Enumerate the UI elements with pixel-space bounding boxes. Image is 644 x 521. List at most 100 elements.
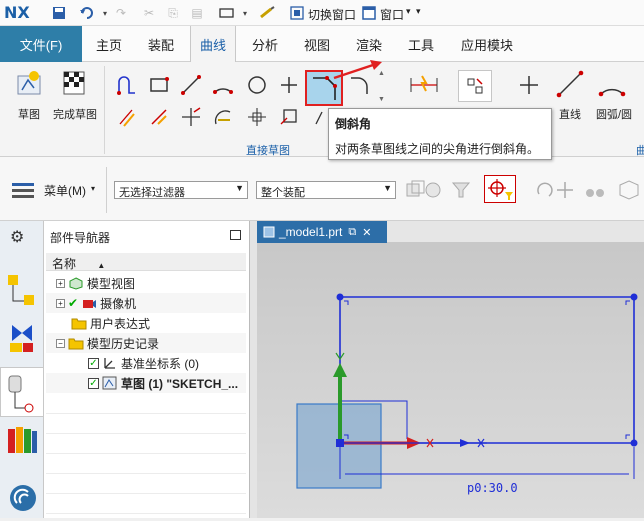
scroll-down-icon[interactable]: ▼ bbox=[378, 96, 385, 103]
window-icon[interactable] bbox=[360, 4, 378, 22]
maximize-icon[interactable] bbox=[230, 230, 241, 240]
finish-sketch-icon[interactable] bbox=[58, 68, 90, 98]
tab-curve[interactable]: 曲线 bbox=[190, 26, 236, 63]
arc-circle-icon[interactable] bbox=[598, 70, 626, 98]
offset-curve-icon[interactable] bbox=[114, 104, 140, 130]
document-tab-label: _model1.prt bbox=[279, 225, 343, 239]
quick-trim-icon[interactable] bbox=[178, 104, 204, 130]
splitter[interactable] bbox=[250, 221, 257, 518]
customize-quick-access-icon[interactable]: ▾ bbox=[416, 6, 421, 17]
expand-icon[interactable]: + bbox=[56, 278, 65, 288]
part-file-icon bbox=[263, 226, 275, 238]
rectangle-icon[interactable] bbox=[146, 72, 172, 98]
camera-icon bbox=[83, 300, 97, 308]
tab-tools[interactable]: 工具 bbox=[396, 26, 446, 62]
tree-item-sketch[interactable]: ✓ 草图 (1) "SKETCH_... bbox=[46, 373, 246, 393]
constraint-navigator-icon[interactable] bbox=[8, 323, 36, 356]
datum-csys-icon bbox=[104, 358, 115, 369]
move-curve-icon[interactable] bbox=[244, 104, 270, 130]
tree-item-datum-csys[interactable]: ✓ 基准坐标系 (0) bbox=[46, 353, 246, 373]
tab-file[interactable]: 文件(F) bbox=[0, 26, 82, 62]
profile-icon[interactable] bbox=[114, 72, 140, 98]
dimension-label: p0:30.0 bbox=[467, 481, 518, 495]
point-large-icon[interactable] bbox=[516, 72, 542, 98]
nx-logo: NX bbox=[4, 3, 30, 22]
point-icon[interactable] bbox=[276, 72, 302, 98]
expand-icon[interactable]: + bbox=[56, 298, 65, 308]
selection-filter-value: 无选择过滤器 bbox=[119, 187, 185, 199]
circle-icon[interactable] bbox=[244, 72, 270, 98]
filter-icon[interactable] bbox=[448, 177, 474, 203]
selection-filter-dropdown[interactable]: 无选择过滤器 ▼ bbox=[114, 181, 248, 199]
arc-icon[interactable] bbox=[210, 72, 236, 98]
tree-item-camera[interactable]: + ✔ 摄像机 bbox=[46, 293, 246, 313]
tab-home[interactable]: 主页 bbox=[82, 26, 136, 62]
sort-ascending-icon: ▲ bbox=[97, 261, 106, 270]
visibility-checkbox[interactable]: ✓ bbox=[88, 377, 99, 389]
assembly-navigator-icon[interactable] bbox=[6, 273, 36, 310]
curve-group-label-partial: 曲 bbox=[636, 145, 644, 157]
view-cube-icon[interactable] bbox=[616, 177, 642, 203]
collapse-icon[interactable]: − bbox=[56, 338, 65, 348]
part-navigator-icon[interactable] bbox=[0, 367, 44, 417]
restore-window-icon[interactable]: ⧉ bbox=[348, 226, 356, 239]
tree-item-label: 草图 (1) "SKETCH_... bbox=[121, 376, 239, 391]
sketch-canvas[interactable]: p0:30.0 bbox=[257, 243, 644, 518]
window-menu-dropdown-icon[interactable]: ▾ bbox=[406, 6, 411, 17]
more-curve-edit-icon[interactable] bbox=[312, 104, 326, 130]
copy-icon[interactable]: ⎘ bbox=[164, 4, 182, 22]
save-icon[interactable] bbox=[50, 4, 68, 22]
menu-button[interactable]: 菜单(M) bbox=[44, 182, 86, 199]
tree-item-label: 摄像机 bbox=[100, 296, 137, 311]
paste-icon[interactable]: ▤ bbox=[188, 4, 206, 22]
tree-item-model-views[interactable]: + 模型视图 bbox=[46, 273, 246, 293]
line-large-icon[interactable] bbox=[556, 70, 584, 98]
column-header-name[interactable]: 名称 ▲ bbox=[46, 253, 246, 271]
tree-item-label: 模型视图 bbox=[87, 276, 136, 291]
checkmark-icon: ✔ bbox=[68, 296, 79, 310]
window-menu-label[interactable]: 窗口 bbox=[380, 6, 404, 23]
quick-extend-icon[interactable] bbox=[210, 104, 236, 130]
corner-points bbox=[336, 293, 638, 447]
line-icon[interactable] bbox=[178, 72, 204, 98]
arc-circle-label: 圆弧/圆 bbox=[595, 109, 633, 121]
cut-icon[interactable]: ✂ bbox=[140, 4, 158, 22]
offset-move-icon[interactable] bbox=[276, 104, 302, 130]
sketch-icon[interactable] bbox=[14, 68, 44, 98]
direct-sketch-group-label: 直接草图 bbox=[246, 145, 290, 157]
redo-icon[interactable]: ↷ bbox=[112, 4, 130, 22]
tab-app-module[interactable]: 应用模块 bbox=[452, 26, 522, 62]
selection-scope-dropdown[interactable]: 整个装配 ▼ bbox=[256, 181, 396, 199]
quick-dimension-icon[interactable] bbox=[408, 72, 440, 98]
gear-icon[interactable]: ⚙ bbox=[10, 227, 30, 247]
pattern-curve-icon[interactable] bbox=[146, 104, 172, 130]
binoculars-icon[interactable] bbox=[582, 177, 608, 203]
line-label: 直线 bbox=[559, 109, 581, 121]
window-select-dropdown-icon[interactable]: ▾ bbox=[236, 4, 254, 22]
tree-item-label: 用户表达式 bbox=[90, 316, 151, 331]
tab-assembly[interactable]: 装配 bbox=[136, 26, 186, 62]
reuse-library-icon[interactable] bbox=[6, 423, 38, 458]
tooltip-description: 对两条草图线之间的尖角进行倒斜角。 bbox=[335, 142, 540, 156]
switch-window-label[interactable]: 切换窗口 bbox=[308, 6, 356, 23]
switch-window-icon[interactable] bbox=[288, 4, 306, 22]
tree-item-label: 基准坐标系 (0) bbox=[121, 356, 200, 371]
repeat-command-icon[interactable] bbox=[258, 4, 276, 22]
tab-analysis[interactable]: 分析 bbox=[240, 26, 290, 62]
tree-item-model-history[interactable]: − 模型历史记录 bbox=[46, 333, 246, 353]
document-tab[interactable]: _model1.prt ⧉ ✕ bbox=[257, 221, 387, 243]
menu-icon[interactable] bbox=[10, 179, 40, 201]
snap-point-filter-button[interactable] bbox=[484, 175, 516, 203]
window-select-icon[interactable] bbox=[218, 4, 236, 22]
undo-icon[interactable] bbox=[78, 4, 96, 22]
sketch-tools-gallery-button[interactable] bbox=[458, 70, 492, 102]
menu-dropdown-icon[interactable]: ▾ bbox=[91, 184, 95, 193]
web-browser-icon[interactable] bbox=[8, 483, 38, 516]
snap-point-icon[interactable] bbox=[552, 177, 578, 203]
title-bar: NX ▾ ↷ ✂ ⎘ ▤ ▾ 切换窗口 窗口 ▾ ▾ bbox=[0, 0, 644, 26]
chevron-down-icon: ▼ bbox=[235, 183, 244, 193]
close-icon[interactable]: ✕ bbox=[362, 226, 371, 239]
tree-item-user-expressions[interactable]: 用户表达式 bbox=[46, 313, 246, 333]
visibility-checkbox[interactable]: ✓ bbox=[88, 357, 99, 369]
part-filter-icon[interactable] bbox=[420, 177, 446, 203]
